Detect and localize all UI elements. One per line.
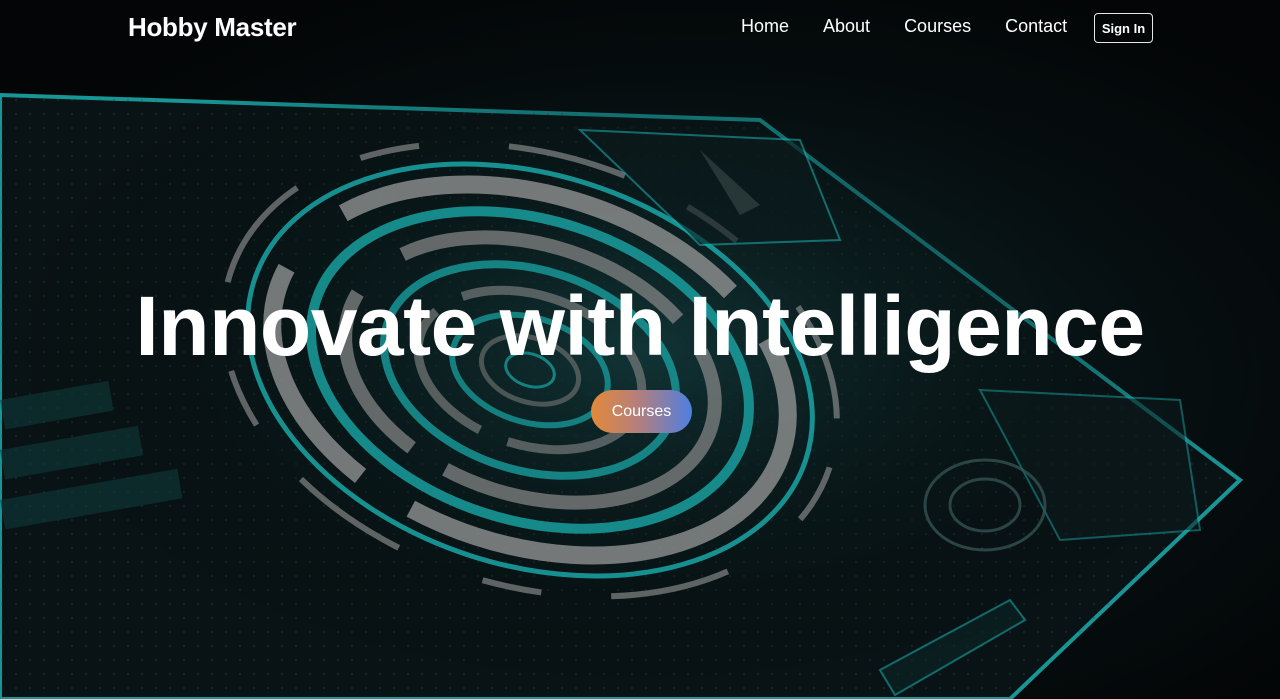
brand-logo[interactable]: Hobby Master — [128, 12, 297, 43]
nav-links: Home About Courses Contact — [741, 16, 1067, 37]
page: Hobby Master Home About Courses Contact … — [0, 0, 1280, 699]
hero-title: Innovate with Intelligence — [135, 279, 1145, 373]
nav-link-courses[interactable]: Courses — [904, 16, 971, 37]
nav-link-contact[interactable]: Contact — [1005, 16, 1067, 37]
sign-in-button[interactable]: Sign In — [1094, 13, 1153, 43]
nav-link-home[interactable]: Home — [741, 16, 789, 37]
courses-cta-button[interactable]: Courses — [591, 390, 692, 433]
nav-link-about[interactable]: About — [823, 16, 870, 37]
navbar: Hobby Master Home About Courses Contact … — [0, 0, 1280, 56]
